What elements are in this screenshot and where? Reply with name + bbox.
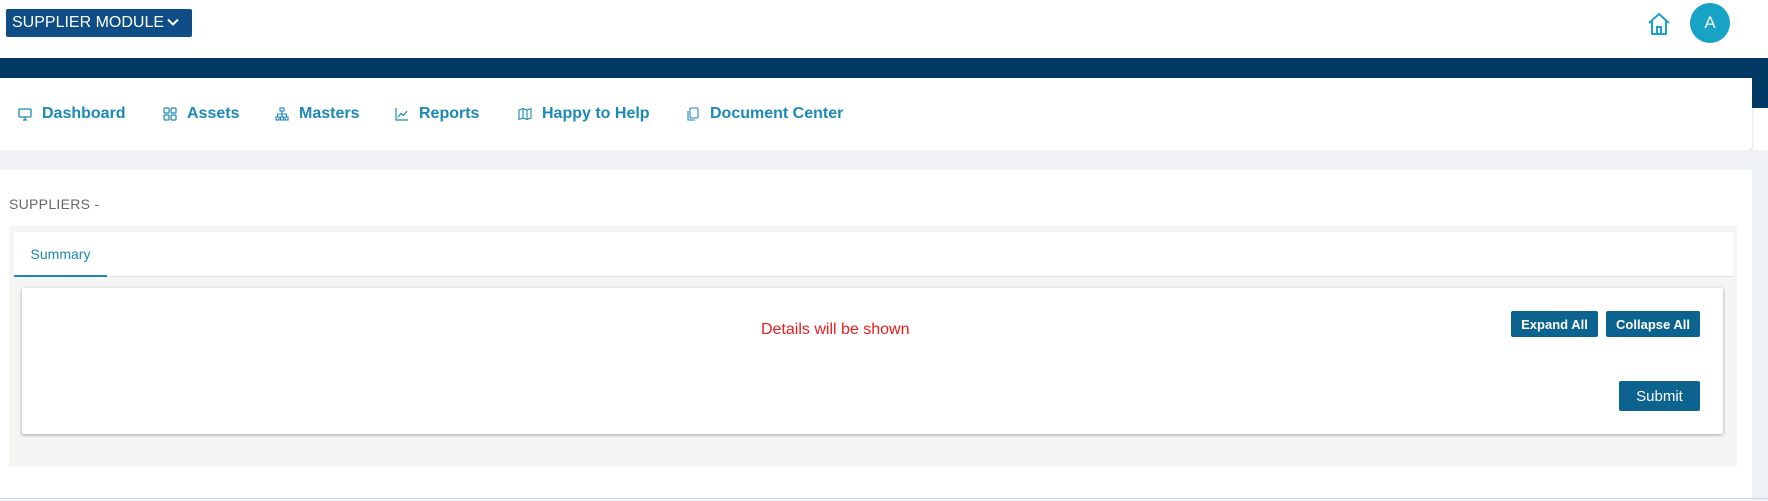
button-label: Expand All	[1521, 316, 1588, 332]
button-label: Submit	[1636, 387, 1683, 405]
map-icon	[518, 107, 532, 121]
expand-all-button[interactable]: Expand All	[1511, 311, 1598, 337]
nav-item-dashboard[interactable]: Dashboard	[18, 104, 126, 124]
chart-line-icon	[395, 108, 408, 121]
button-label: Collapse All	[1616, 316, 1690, 332]
nav-item-happy-to-help[interactable]: Happy to Help	[518, 104, 650, 124]
nav-item-assets[interactable]: Assets	[163, 104, 239, 124]
details-message: Details will be shown	[761, 321, 910, 338]
nav-item-reports[interactable]: Reports	[395, 104, 479, 124]
nav-item-label: Dashboard	[42, 105, 126, 122]
nav-item-label: Assets	[187, 105, 240, 122]
tab-label: Summary	[30, 245, 91, 262]
collapse-all-button[interactable]: Collapse All	[1606, 311, 1700, 337]
grid-icon	[163, 107, 177, 121]
documents-icon	[687, 107, 699, 121]
tab-bar	[14, 232, 1733, 277]
nav-item-label: Happy to Help	[542, 105, 650, 122]
top-bar: SUPPLIER MODULE A	[0, 0, 1768, 58]
sitemap-icon	[275, 107, 289, 121]
summary-card	[22, 288, 1723, 434]
page-title: SUPPLIERS -	[9, 196, 100, 212]
chevron-down-icon	[167, 18, 179, 26]
monitor-icon	[18, 108, 32, 121]
nav-item-document-center[interactable]: Document Center	[686, 104, 843, 124]
avatar[interactable]: A	[1690, 3, 1730, 43]
module-selector-label: SUPPLIER MODULE	[12, 14, 165, 31]
page-divider	[0, 498, 1768, 499]
home-icon[interactable]	[1645, 10, 1673, 38]
nav-item-label: Masters	[299, 105, 360, 122]
module-selector[interactable]: SUPPLIER MODULE	[6, 9, 192, 37]
nav-item-label: Document Center	[710, 105, 844, 122]
nav-item-label: Reports	[419, 105, 480, 122]
tab-summary[interactable]: Summary	[14, 232, 107, 277]
avatar-initial: A	[1704, 13, 1716, 32]
submit-button[interactable]: Submit	[1619, 381, 1700, 411]
nav-item-masters[interactable]: Masters	[275, 104, 359, 124]
header-band-edge	[1752, 78, 1768, 108]
main-navigation: Dashboard Assets Masters Reports Happy t…	[0, 78, 1752, 150]
